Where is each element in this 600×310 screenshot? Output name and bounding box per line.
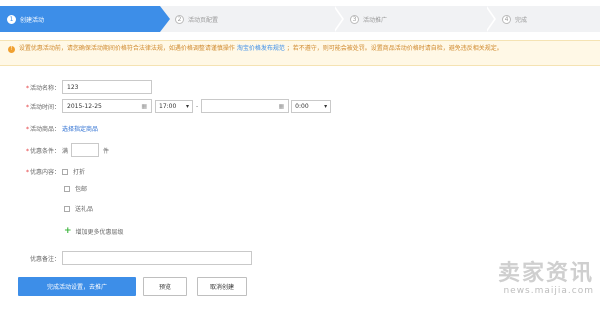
condition-prefix: 满 — [62, 147, 69, 155]
step-label: 活动页配置 — [188, 16, 219, 24]
preview-button[interactable]: 预览 — [143, 277, 187, 296]
notice-banner: ! 设置优惠活动前，请您确保活动期间价格符合法律法规，如遇价格调整请谨慎操作 淘… — [0, 40, 600, 66]
cancel-create-button[interactable]: 取消创建 — [197, 277, 247, 296]
content-label: *优惠内容： — [25, 169, 60, 176]
discount-checkbox[interactable] — [62, 168, 68, 175]
activity-goods-label: *活动商品： — [25, 126, 60, 133]
warning-icon: ! — [8, 46, 15, 53]
remark-label: 优惠备注： — [29, 255, 60, 263]
step-page-config: 2 活动页配置 — [175, 6, 218, 32]
discount-option-label: 打折 — [73, 169, 86, 176]
free-shipping-checkbox[interactable] — [64, 185, 70, 192]
steps-bar: 1 创建活动 2 活动页配置 3 活动推广 4 完成 — [0, 6, 600, 32]
add-more-label: 增加更多优惠层级 — [75, 228, 124, 236]
select-goods-link[interactable]: 选择指定商品 — [62, 124, 98, 133]
row-activity-time: *活动时间： 2015-12-25 ▦ 17:00 ▾ - ▦ 0:00 ▾ — [0, 99, 332, 113]
condition-quantity-input[interactable] — [71, 143, 100, 157]
step-number: 4 — [502, 14, 511, 24]
finish-setup-button[interactable]: 完成活动设置，去推广 — [18, 277, 136, 296]
activity-time-label: *活动时间： — [25, 103, 60, 111]
row-remark: 优惠备注： — [0, 251, 252, 265]
remark-input[interactable] — [62, 251, 252, 265]
chevron-down-icon: ▾ — [185, 102, 189, 110]
step-create-activity: 1 创建活动 — [0, 6, 160, 32]
row-condition: *优惠条件： 满 件 — [0, 143, 109, 157]
notice-text: 设置优惠活动前，请您确保活动期间价格符合法律法规，如遇价格调整请谨慎操作 — [18, 45, 235, 52]
step-number: 3 — [350, 14, 359, 24]
plus-icon: + — [64, 226, 72, 236]
end-date-input[interactable]: ▦ — [201, 99, 290, 113]
watermark-url: news.maijia.com — [503, 286, 594, 296]
end-time-select[interactable]: 0:00 ▾ — [291, 99, 332, 113]
gift-option-label: 送礼品 — [75, 206, 94, 213]
row-activity-name: *活动名称： 123 — [0, 80, 152, 94]
step-complete: 4 完成 — [502, 6, 527, 32]
add-more-tiers[interactable]: + 增加更多优惠层级 — [64, 226, 124, 236]
step-number: 2 — [175, 14, 184, 24]
row-free-shipping: 包邮 — [64, 184, 87, 193]
notice-text-2: ；若不遵守，则可能会被处罚。设置商品活动价格时请自检，避免违反相关规定。 — [286, 45, 503, 52]
free-shipping-option-label: 包邮 — [75, 186, 88, 193]
chevron-down-icon: ▾ — [324, 102, 328, 110]
step-label: 完成 — [515, 16, 528, 24]
step-number: 1 — [7, 14, 16, 24]
condition-unit: 件 — [103, 147, 110, 155]
row-content: *优惠内容： 打折 — [0, 167, 85, 176]
start-time-select[interactable]: 17:00 ▾ — [155, 99, 193, 113]
activity-name-label: *活动名称： — [25, 84, 60, 92]
watermark-title: 卖家资讯 — [497, 261, 594, 286]
step-label: 活动推广 — [363, 16, 388, 24]
notice-link[interactable]: 淘宝价格发布规范 — [237, 45, 285, 52]
start-date-input[interactable]: 2015-12-25 ▦ — [62, 99, 152, 113]
gift-checkbox[interactable] — [64, 205, 70, 212]
step-label: 创建活动 — [20, 16, 45, 24]
condition-label: *优惠条件： — [25, 147, 60, 155]
activity-name-input[interactable]: 123 — [62, 80, 152, 94]
calendar-icon[interactable]: ▦ — [279, 103, 285, 110]
row-gift: 送礼品 — [64, 204, 93, 213]
calendar-icon[interactable]: ▦ — [141, 103, 147, 110]
step-promotion: 3 活动推广 — [350, 6, 387, 32]
row-activity-goods: *活动商品： 选择指定商品 — [0, 124, 98, 133]
watermark: 卖家资讯 news.maijia.com — [452, 261, 594, 297]
time-dash: - — [196, 102, 199, 110]
step-arrow — [160, 6, 170, 32]
